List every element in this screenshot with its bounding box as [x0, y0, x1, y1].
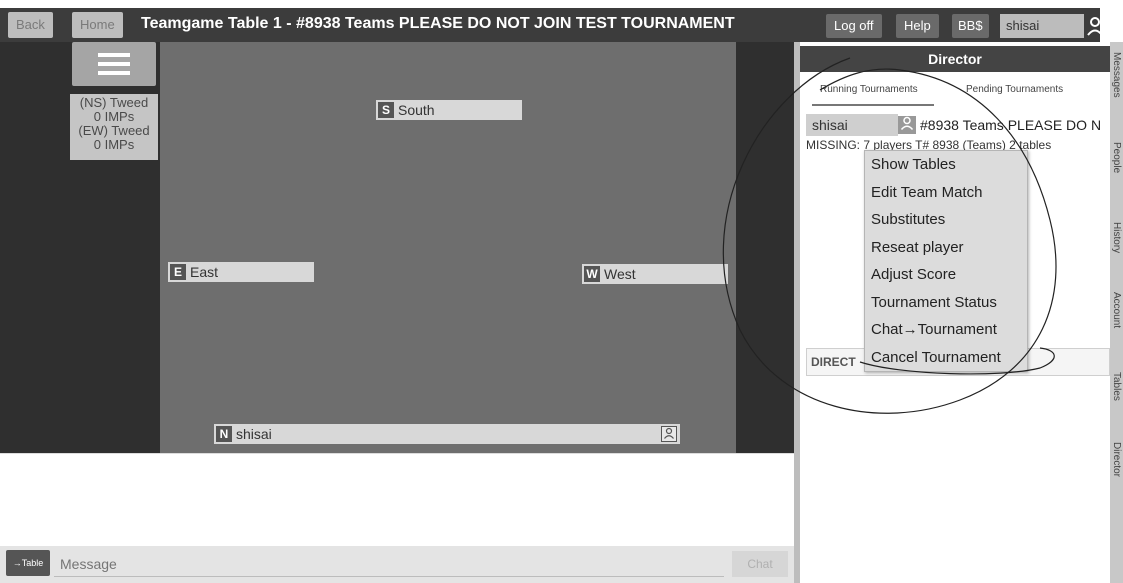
- app-root: Back Home Teamgame Table 1 - #8938 Teams…: [0, 0, 1123, 583]
- side-tab-director[interactable]: Director: [1110, 442, 1123, 477]
- side-tab-history[interactable]: History: [1110, 222, 1123, 253]
- hand-drawn-annotation: [722, 57, 1057, 414]
- side-tab-account[interactable]: Account: [1110, 292, 1123, 328]
- side-tab-people[interactable]: People: [1110, 142, 1123, 173]
- side-tab-tables[interactable]: Tables: [1110, 372, 1123, 401]
- side-tab-messages[interactable]: Messages: [1110, 52, 1123, 98]
- side-tab-strip: Messages People History Account Tables D…: [1110, 42, 1123, 583]
